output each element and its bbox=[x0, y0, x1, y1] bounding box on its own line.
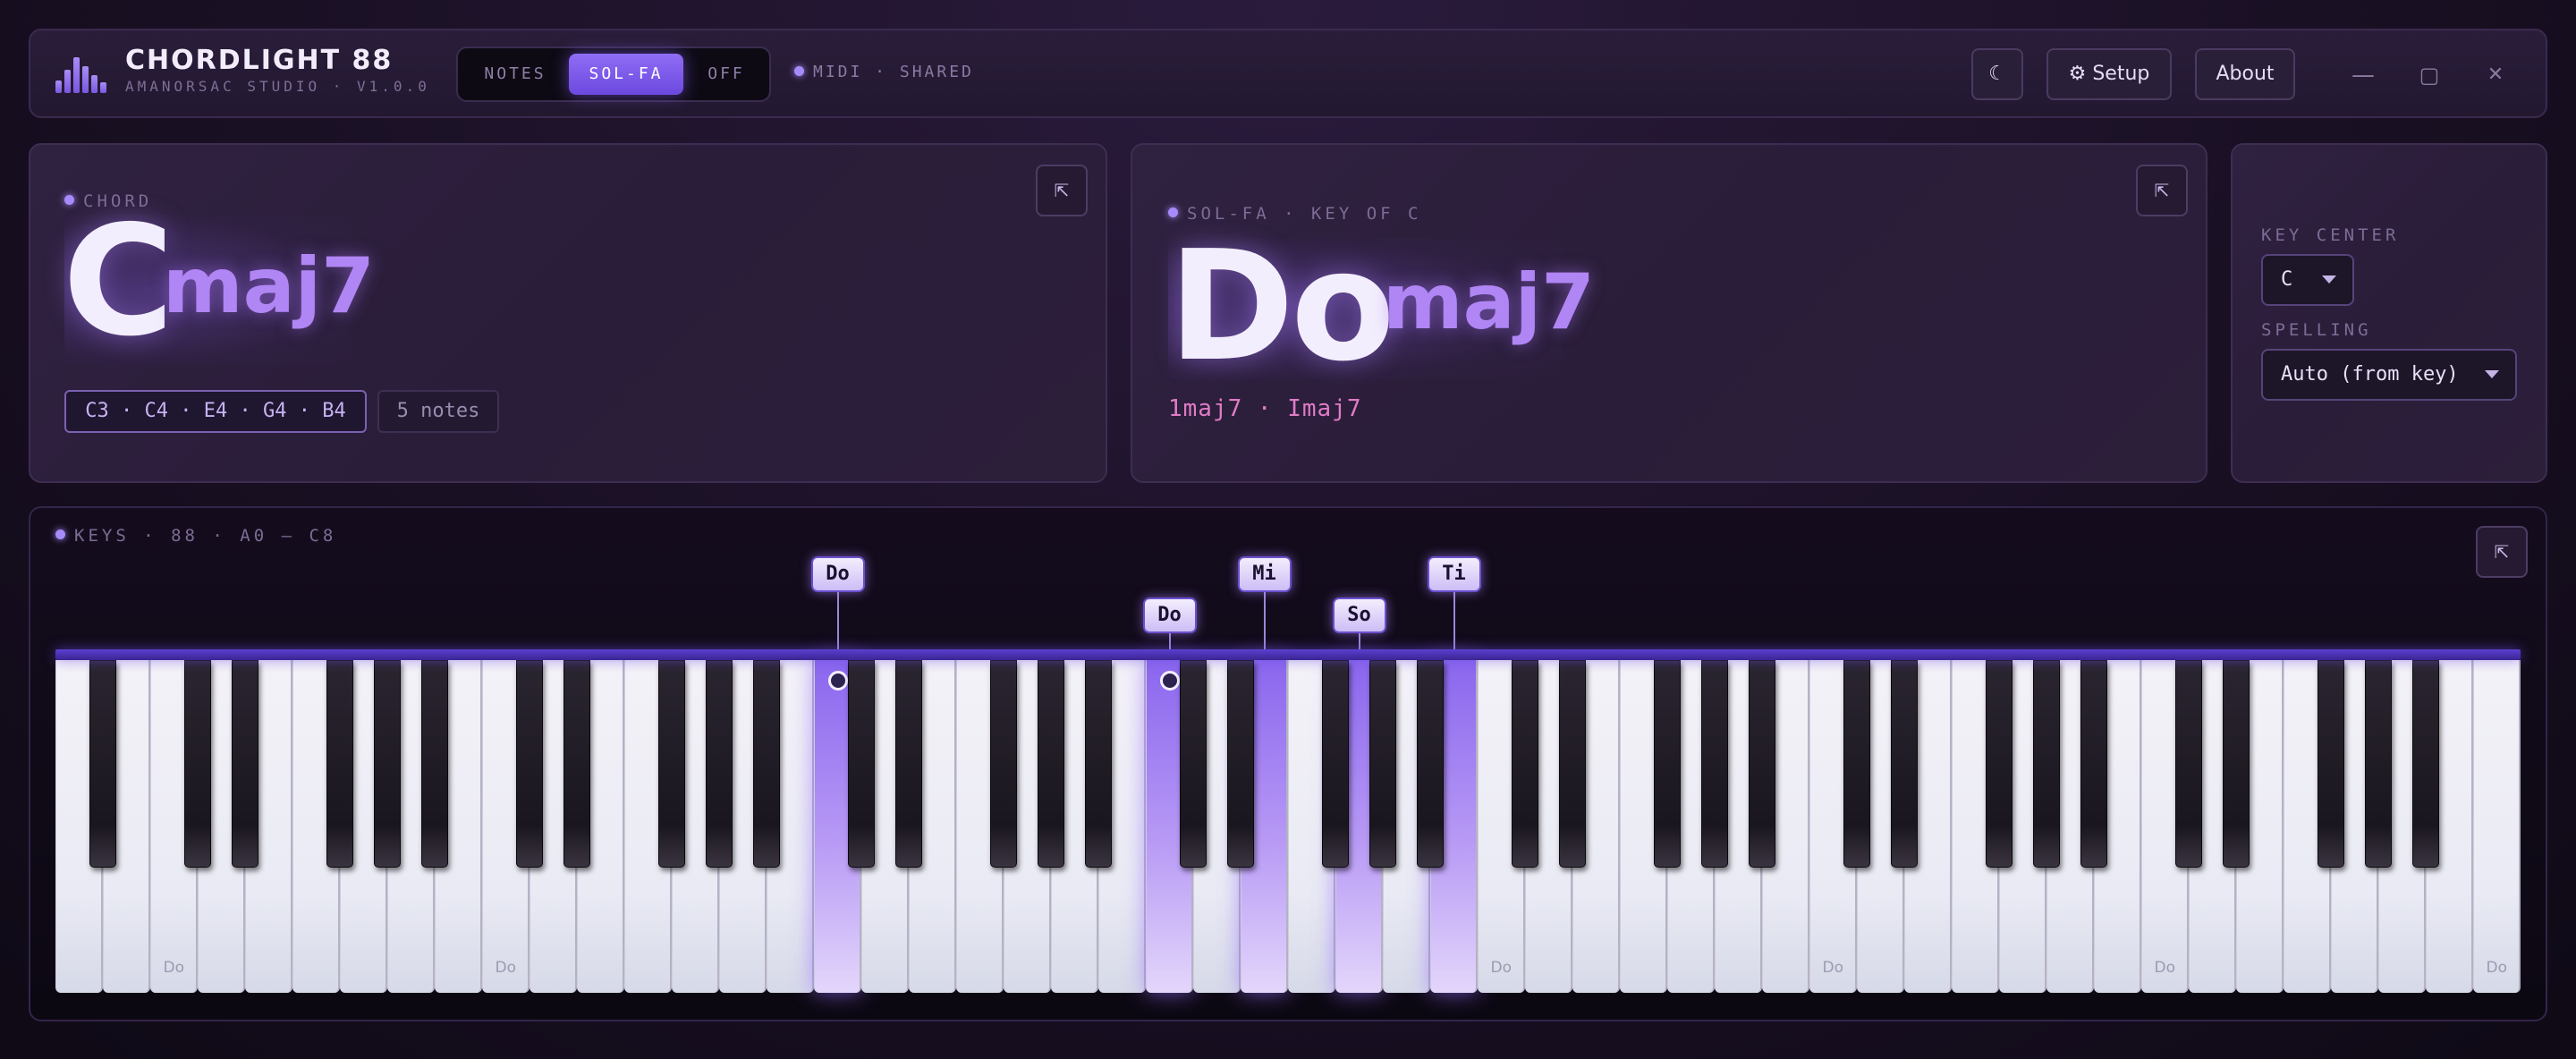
app-name: CHORDLIGHT 88 bbox=[125, 45, 394, 76]
keyboard-label: KEYS · 88 · A0 — C8 bbox=[55, 526, 336, 546]
chord-notes: C3 · C4 · E4 · G4 · B4 bbox=[64, 390, 367, 433]
white-key[interactable] bbox=[2473, 660, 2521, 993]
black-key[interactable] bbox=[990, 660, 1017, 868]
black-key[interactable] bbox=[1891, 660, 1918, 868]
equalizer-bars-icon bbox=[55, 57, 109, 93]
solfa-tag-connector bbox=[1263, 592, 1266, 649]
do-key-label: Do bbox=[495, 959, 517, 977]
roman-numeral: 1maj7 · Imaj7 bbox=[1168, 395, 1362, 422]
do-key-label: Do bbox=[1822, 959, 1844, 977]
black-key[interactable] bbox=[1701, 660, 1728, 868]
black-key[interactable] bbox=[1843, 660, 1870, 868]
theme-toggle-button[interactable]: ☾ bbox=[1971, 48, 2023, 100]
key-center-value: C bbox=[2281, 268, 2293, 291]
moon-icon: ☾ bbox=[1988, 63, 2006, 85]
do-key-label: Do bbox=[2154, 959, 2176, 977]
black-key[interactable] bbox=[1654, 660, 1681, 868]
close-icon[interactable]: ✕ bbox=[2478, 57, 2513, 93]
black-key[interactable] bbox=[1986, 660, 2012, 868]
chevron-down-icon bbox=[2485, 370, 2499, 378]
spelling-select[interactable]: Auto (from key) bbox=[2261, 349, 2517, 401]
black-key[interactable] bbox=[1512, 660, 1538, 868]
keyboard-dot bbox=[55, 530, 65, 539]
solfa-key-tag: Do bbox=[810, 556, 865, 592]
black-key[interactable] bbox=[421, 660, 448, 868]
black-key[interactable] bbox=[564, 660, 590, 868]
note-count-badge: 5 notes bbox=[377, 390, 499, 433]
solfa-tag-connector bbox=[1358, 633, 1360, 649]
black-key[interactable] bbox=[1085, 660, 1112, 868]
black-key[interactable] bbox=[374, 660, 401, 868]
solfa-key-tag: Ti bbox=[1427, 556, 1481, 592]
pressed-note-marker bbox=[827, 671, 848, 690]
black-key[interactable] bbox=[753, 660, 780, 868]
black-key[interactable] bbox=[2223, 660, 2250, 868]
app-brand: CHORDLIGHT 88 AMANORSAC STUDIO · V1.0.0 bbox=[125, 45, 430, 95]
key-center-label: KEY CENTER bbox=[2261, 225, 2400, 245]
expand-icon[interactable]: ⇱ bbox=[2136, 165, 2188, 216]
black-key[interactable] bbox=[1227, 660, 1254, 868]
black-key[interactable] bbox=[184, 660, 211, 868]
maximize-icon[interactable]: ▢ bbox=[2411, 57, 2447, 93]
black-key[interactable] bbox=[706, 660, 733, 868]
solfa-key-tag: Do bbox=[1142, 597, 1197, 633]
black-key[interactable] bbox=[1038, 660, 1064, 868]
black-key[interactable] bbox=[2033, 660, 2060, 868]
solfa-tag-connector bbox=[1453, 592, 1455, 649]
do-key-label: Do bbox=[1490, 959, 1513, 977]
black-key[interactable] bbox=[89, 660, 116, 868]
expand-icon[interactable]: ⇱ bbox=[1036, 165, 1088, 216]
settings-panel bbox=[2231, 143, 2547, 483]
app-subtitle: AMANORSAC STUDIO · V1.0.0 bbox=[125, 78, 430, 95]
label-mode-off-button[interactable]: OFF bbox=[689, 54, 764, 95]
solfa-quality: maj7 bbox=[1383, 258, 1595, 347]
black-key[interactable] bbox=[516, 660, 543, 868]
keyboard-label-text: KEYS · 88 · A0 — C8 bbox=[74, 526, 337, 546]
solfa-key-tag: Mi bbox=[1237, 556, 1292, 592]
black-key[interactable] bbox=[1322, 660, 1349, 868]
black-key[interactable] bbox=[848, 660, 875, 868]
solfa-root: Do bbox=[1168, 218, 1395, 395]
black-key[interactable] bbox=[1749, 660, 1775, 868]
do-key-label: Do bbox=[163, 959, 185, 977]
black-key[interactable] bbox=[1369, 660, 1396, 868]
black-key[interactable] bbox=[1180, 660, 1207, 868]
spelling-label: SPELLING bbox=[2261, 320, 2372, 340]
label-mode-toggle: NOTES SOL-FA OFF bbox=[456, 47, 771, 102]
do-key-label: Do bbox=[2486, 959, 2508, 977]
setup-button[interactable]: ⚙ Setup bbox=[2046, 48, 2172, 100]
chevron-down-icon bbox=[2322, 275, 2336, 284]
midi-status-text: MIDI · SHARED bbox=[813, 63, 974, 81]
black-key[interactable] bbox=[232, 660, 258, 868]
solfa-key-tag: So bbox=[1332, 597, 1386, 633]
black-key[interactable] bbox=[2318, 660, 2344, 868]
about-button[interactable]: About bbox=[2195, 48, 2295, 100]
black-key[interactable] bbox=[2412, 660, 2439, 868]
solfa-tag-connector bbox=[836, 592, 839, 649]
chord-quality: maj7 bbox=[163, 241, 375, 331]
black-key[interactable] bbox=[2365, 660, 2392, 868]
key-rail bbox=[55, 649, 2521, 660]
minimize-icon[interactable]: — bbox=[2345, 57, 2381, 93]
chord-root: C bbox=[63, 193, 174, 370]
midi-status: MIDI · SHARED bbox=[794, 63, 974, 81]
black-key[interactable] bbox=[895, 660, 922, 868]
key-center-select[interactable]: C bbox=[2261, 254, 2354, 306]
label-mode-notes-button[interactable]: NOTES bbox=[467, 54, 564, 95]
label-mode-solfa-button[interactable]: SOL-FA bbox=[569, 54, 683, 95]
midi-status-dot bbox=[794, 65, 804, 76]
title-bar: CHORDLIGHT 88 AMANORSAC STUDIO · V1.0.0 … bbox=[29, 29, 2547, 118]
black-key[interactable] bbox=[1417, 660, 1444, 868]
solfa-tag-connector bbox=[1168, 633, 1171, 649]
expand-icon[interactable]: ⇱ bbox=[2476, 526, 2528, 578]
black-key[interactable] bbox=[1559, 660, 1586, 868]
black-key[interactable] bbox=[2175, 660, 2202, 868]
black-key[interactable] bbox=[658, 660, 685, 868]
spelling-value: Auto (from key) bbox=[2281, 363, 2459, 385]
black-key[interactable] bbox=[2080, 660, 2107, 868]
pressed-note-marker bbox=[1159, 671, 1180, 690]
black-key[interactable] bbox=[326, 660, 353, 868]
solfa-dot bbox=[1168, 208, 1178, 217]
